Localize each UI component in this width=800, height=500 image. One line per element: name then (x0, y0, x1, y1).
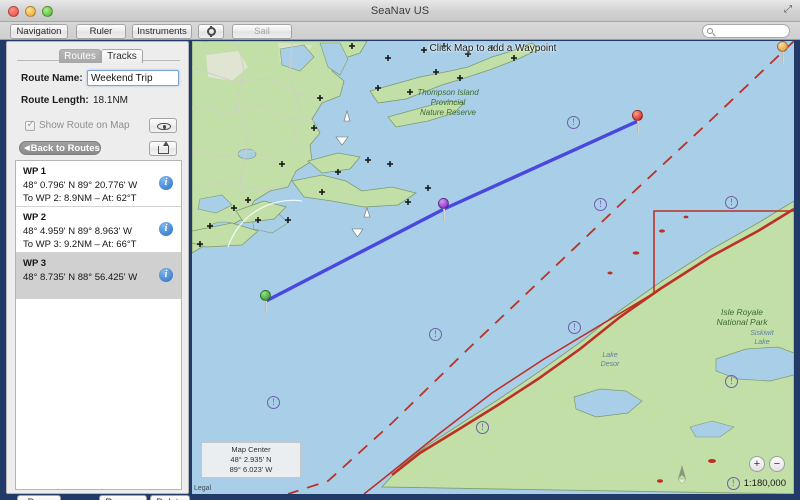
map-label-lake-desor: Lake Desor (582, 351, 638, 369)
pin-needle (443, 207, 445, 221)
instruments-button[interactable]: Instruments (132, 24, 192, 39)
chart-note-icon[interactable]: ! (594, 198, 607, 211)
search-input[interactable] (717, 25, 787, 37)
show-route-checkbox[interactable] (25, 121, 35, 131)
reverse-button[interactable]: Reverse (99, 495, 147, 500)
map-center-box: Map Center 48° 2.935' N 89° 6.023' W (201, 442, 301, 478)
show-route-row[interactable]: Show Route on Map (25, 120, 130, 131)
map-label-isle-royale: Isle Royale National Park (692, 307, 792, 327)
show-route-label: Show Route on Map (39, 120, 130, 131)
pin-head-green (260, 290, 271, 301)
pin-needle (265, 299, 267, 313)
waypoint-title: WP 1 (23, 165, 181, 179)
window-title: SeaNav US (0, 5, 800, 17)
sail-button[interactable]: Sail (232, 24, 292, 39)
gear-icon (207, 27, 216, 36)
back-to-routes-button[interactable]: ◀Back to Routes (19, 141, 101, 155)
route-name-label: Route Name: (21, 73, 83, 84)
delete-button[interactable]: Delete (150, 495, 190, 500)
waypoint-info-icon[interactable]: i (159, 268, 173, 282)
waypoint-leg: To WP 3: 9.2NM – At: 66°T (23, 238, 181, 252)
route-length-label: Route Length: (21, 95, 89, 106)
done-button[interactable]: Done (17, 495, 61, 500)
window-titlebar: SeaNav US (0, 0, 800, 22)
waypoint-row-3[interactable]: WP 3 48° 8.735' N 88° 56.425' W i (16, 253, 181, 299)
waypoint-title: WP 3 (23, 257, 181, 271)
waypoint-info-icon[interactable]: i (159, 222, 173, 236)
sidebar-tabstrip: Routes Tracks (7, 47, 190, 64)
waypoint-row-2[interactable]: WP 2 48° 4.959' N 89° 8.963' W To WP 3: … (16, 207, 181, 253)
navigation-button[interactable]: Navigation (10, 24, 68, 39)
search-box[interactable] (702, 24, 790, 38)
waypoint-coords: 48° 4.959' N 89° 8.963' W (23, 225, 181, 239)
legal-link[interactable]: Legal (194, 485, 211, 492)
map-center-lat: 48° 2.935' N (202, 455, 300, 465)
app-window: SeaNav US Navigation Ruler Instruments S… (0, 0, 800, 500)
chart-note-icon[interactable]: ! (568, 321, 581, 334)
tab-routes[interactable]: Routes (59, 49, 101, 63)
scale-label: 1:180,000 (744, 478, 786, 489)
close-button[interactable] (8, 6, 19, 17)
share-button[interactable] (149, 141, 177, 156)
map-center-title: Map Center (202, 445, 300, 455)
chart-note-icon[interactable]: ! (476, 421, 489, 434)
waypoint-coords: 48° 8.735' N 88° 56.425' W (23, 271, 181, 285)
pin-head-orange (777, 41, 788, 52)
zoom-button[interactable] (42, 6, 53, 17)
tab-tracks[interactable]: Tracks (101, 49, 143, 63)
zoom-controls: + − (749, 456, 785, 472)
pin-head-red (632, 110, 643, 121)
route-name-input[interactable] (87, 70, 179, 86)
search-icon (707, 28, 713, 34)
warning-note-icon: ! (727, 477, 740, 490)
chart-note-icon[interactable]: ! (429, 328, 442, 341)
pin-needle (782, 50, 784, 64)
scale-indicator: ! 1:180,000 (727, 477, 786, 490)
toggle-visibility-button[interactable] (149, 118, 177, 133)
waypoint-list[interactable]: WP 1 48° 0.796' N 89° 20.776' W To WP 2:… (15, 160, 182, 490)
share-icon (158, 146, 169, 154)
waypoint-leg: To WP 2: 8.9NM – At: 62°T (23, 192, 181, 206)
zoom-in-button[interactable]: + (749, 456, 765, 472)
chart-map[interactable]: Thompson Island Provincial Nature Reserv… (192, 41, 794, 494)
back-arrow-icon: ◀ (24, 145, 29, 152)
settings-button[interactable] (198, 24, 224, 39)
routes-sidebar: Routes Tracks Route Name: Route Length: … (6, 41, 189, 494)
pin-needle (637, 119, 639, 133)
waypoint-title: WP 2 (23, 211, 181, 225)
chart-note-icon[interactable]: ! (567, 116, 580, 129)
main-toolbar: Navigation Ruler Instruments Sail (0, 22, 800, 40)
waypoint-coords: 48° 0.796' N 89° 20.776' W (23, 179, 181, 193)
ruler-button[interactable]: Ruler (76, 24, 126, 39)
chart-note-icon[interactable]: ! (725, 375, 738, 388)
waypoint-row-1[interactable]: WP 1 48° 0.796' N 89° 20.776' W To WP 2:… (16, 161, 181, 207)
eye-icon (157, 123, 171, 130)
waypoint-info-icon[interactable]: i (159, 176, 173, 190)
minimize-button[interactable] (25, 6, 36, 17)
back-to-routes-label: Back to Routes (31, 143, 100, 154)
route-length-value: 18.1NM (93, 95, 128, 106)
map-hint-text: Click Map to add a Waypoint (192, 43, 794, 54)
pin-head-purple (438, 198, 449, 209)
window-controls (8, 6, 53, 17)
chart-note-icon[interactable]: ! (267, 396, 280, 409)
expand-icon[interactable]: ⤢ (784, 5, 794, 15)
map-center-lon: 89° 6.023' W (202, 465, 300, 475)
map-label-siskiwit-lake: Siskiwit Lake (732, 329, 792, 347)
map-label-thompson-island: Thompson Island Provincial Nature Reserv… (388, 88, 508, 118)
zoom-out-button[interactable]: − (769, 456, 785, 472)
chart-note-icon[interactable]: ! (725, 196, 738, 209)
